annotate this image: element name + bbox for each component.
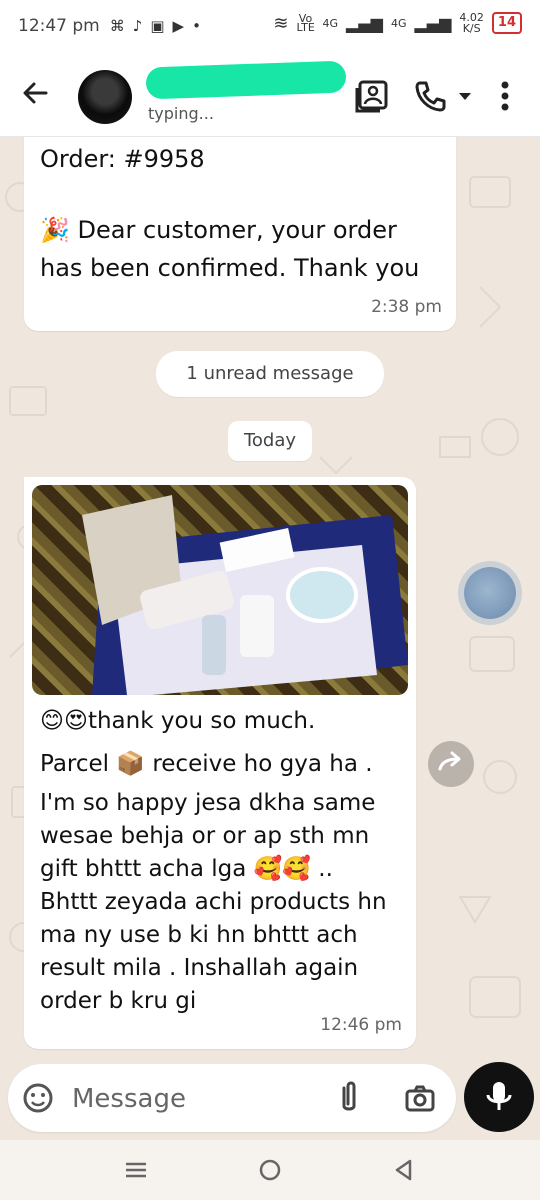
message-bubble-order[interactable]: Order: #9958 🎉 Dear customer, your order…: [24, 137, 456, 331]
unread-message-banner: 1 unread message: [156, 351, 384, 397]
status-right: ≋ Vo LTE 4G ▂▄▆ 4G ▂▄▆ 4.02 K/S 14: [273, 12, 522, 34]
signal-icon-1: ▂▄▆: [346, 13, 383, 33]
forward-icon: [438, 751, 461, 771]
reply-timestamp: 12:46 pm: [320, 1015, 402, 1035]
status-time: 12:47 pm: [18, 16, 100, 36]
reply-line-2: Parcel 📦 receive ho gya ha .: [40, 751, 373, 777]
signal-icon-2: ▂▄▆: [414, 13, 452, 33]
floating-assistant-bubble[interactable]: [464, 567, 516, 619]
attach-button[interactable]: [334, 1080, 364, 1116]
system-back-button[interactable]: [390, 1156, 418, 1184]
chat-header: typing...: [0, 56, 540, 137]
network-4g-2: 4G: [390, 16, 407, 30]
system-navigation-bar: [0, 1140, 540, 1200]
notification-icon: ⌘: [109, 17, 125, 35]
phone-icon: [415, 81, 446, 112]
back-button[interactable]: [20, 78, 52, 110]
reply-line-3: I'm so happy jesa dkha same wesae behja …: [40, 790, 376, 882]
contact-status: typing...: [148, 104, 214, 123]
home-circle-icon: [259, 1159, 281, 1181]
reply-line-1: 😊😍thank you so much.: [40, 708, 316, 734]
status-notification-icons: ⌘ ♪ ▣ ▶ •: [110, 17, 201, 35]
contact-name-redacted[interactable]: [145, 60, 347, 100]
message-bubble-reply[interactable]: 😊😍thank you so much. Parcel 📦 receive ho…: [24, 477, 416, 1049]
message-timestamp: 2:38 pm: [371, 297, 442, 317]
camera-button[interactable]: [404, 1082, 436, 1114]
menu-lines-icon: [126, 1162, 146, 1178]
status-left: 12:47 pm ⌘ ♪ ▣ ▶ •: [18, 16, 201, 36]
app-icon: ▣: [150, 17, 165, 35]
youtube-icon: ▶: [172, 17, 185, 35]
more-vertical-icon: [501, 81, 509, 111]
network-4g-1: 4G: [322, 16, 339, 30]
caret-down-icon: [459, 93, 471, 100]
forward-button[interactable]: [428, 741, 474, 787]
gallery-button[interactable]: [354, 78, 390, 114]
reply-message-text: 😊😍thank you so much. Parcel 📦 receive ho…: [40, 705, 406, 1018]
speed-readout: 4.02 K/S: [459, 12, 484, 34]
recents-button[interactable]: [122, 1156, 150, 1184]
chat-area[interactable]: Order: #9958 🎉 Dear customer, your order…: [0, 137, 540, 1057]
microphone-icon: [486, 1082, 512, 1110]
sticker-button[interactable]: [22, 1082, 54, 1114]
camera-icon: [405, 1085, 435, 1112]
arrow-left-icon: [23, 82, 48, 104]
call-dropdown-button[interactable]: [454, 78, 476, 114]
more-options-button[interactable]: [492, 78, 518, 114]
triangle-back-icon: [395, 1159, 412, 1181]
speed-unit: K/S: [462, 22, 481, 35]
dot-icon: •: [192, 17, 201, 35]
voice-message-button[interactable]: [464, 1062, 534, 1132]
date-separator: Today: [228, 421, 312, 461]
product-box-illustration: [82, 495, 408, 695]
paperclip-icon: [342, 1081, 356, 1111]
wifi-icon: ≋: [273, 12, 289, 34]
home-button[interactable]: [256, 1156, 284, 1184]
sticker-icon: [23, 1083, 53, 1113]
tiktok-icon: ♪: [132, 17, 143, 35]
product-photo[interactable]: [32, 485, 408, 695]
call-button[interactable]: [412, 78, 448, 114]
message-composer[interactable]: Message: [8, 1064, 456, 1132]
message-input[interactable]: Message: [72, 1084, 186, 1114]
order-number-text: Order: #9958: [40, 145, 205, 173]
contact-avatar[interactable]: [78, 70, 132, 124]
reply-line-4: Bhttt zeyada achi products hn ma ny use …: [40, 889, 387, 1014]
status-bar: 12:47 pm ⌘ ♪ ▣ ▶ • ≋ Vo LTE 4G ▂▄▆ 4G ▂▄…: [0, 0, 540, 56]
volte-label: Vo LTE: [296, 12, 315, 34]
order-confirmation-text: 🎉 Dear customer, your order has been con…: [40, 216, 420, 282]
battery-indicator: 14: [491, 12, 522, 34]
gallery-icon: [355, 80, 388, 113]
